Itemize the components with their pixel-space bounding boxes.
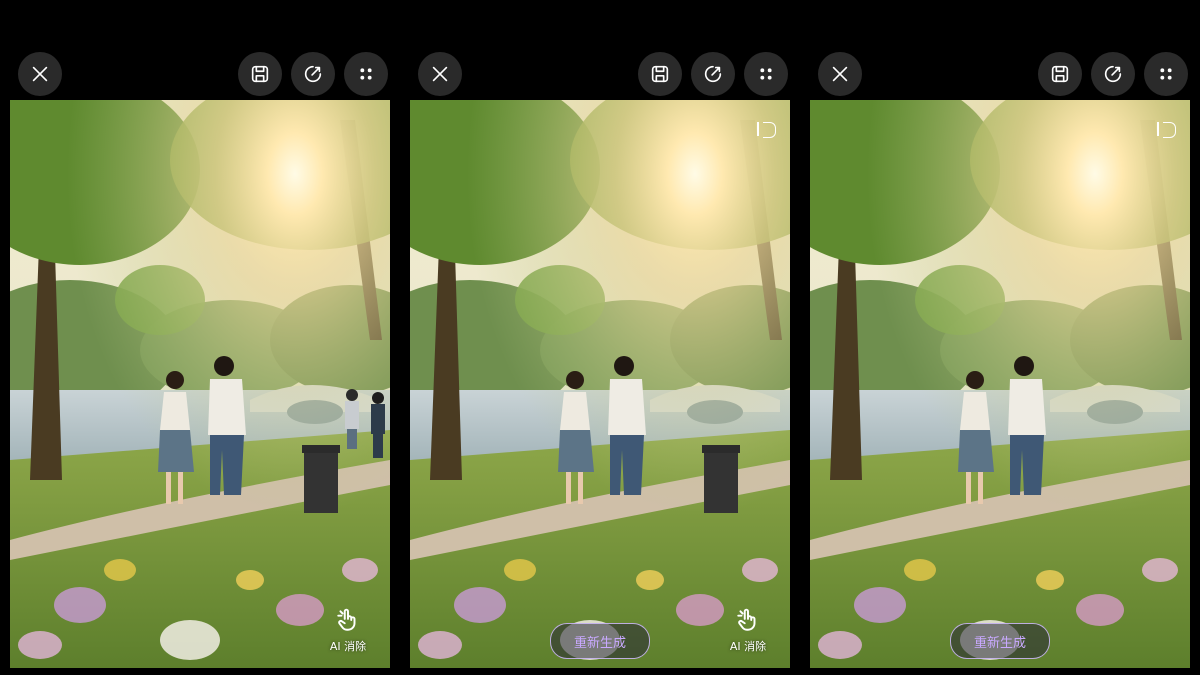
editor-panel-2: 重新生成 AI 消除 bbox=[410, 0, 790, 675]
edit-icon bbox=[704, 65, 722, 83]
top-toolbar bbox=[10, 0, 390, 100]
editor-panel-1: AI 消除 bbox=[10, 0, 390, 675]
close-button[interactable] bbox=[418, 52, 462, 96]
tap-hand-icon bbox=[337, 608, 356, 631]
photo-canvas[interactable]: 重新生成 AI 消除 bbox=[410, 100, 790, 668]
photo-canvas[interactable]: 重新生成 bbox=[810, 100, 1190, 668]
close-icon bbox=[432, 66, 448, 82]
more-button[interactable] bbox=[744, 52, 788, 96]
save-icon bbox=[1051, 65, 1069, 83]
close-button[interactable] bbox=[18, 52, 62, 96]
edit-button[interactable] bbox=[691, 52, 735, 96]
editor-panel-3: 重新生成 bbox=[810, 0, 1190, 675]
ai-erase-label: AI 消除 bbox=[329, 640, 367, 653]
compare-icon[interactable] bbox=[757, 122, 776, 138]
save-button[interactable] bbox=[1038, 52, 1082, 96]
more-button[interactable] bbox=[1144, 52, 1188, 96]
regenerate-button[interactable]: 重新生成 bbox=[550, 623, 650, 659]
tap-hand-icon bbox=[737, 608, 756, 631]
save-button[interactable] bbox=[638, 52, 682, 96]
more-icon bbox=[1160, 68, 1172, 80]
ai-erase-button[interactable]: AI 消除 bbox=[318, 607, 378, 654]
save-icon bbox=[651, 65, 669, 83]
ai-erase-button[interactable]: AI 消除 bbox=[718, 607, 778, 654]
photo-canvas[interactable]: AI 消除 bbox=[10, 100, 390, 668]
park-photo bbox=[410, 100, 790, 668]
more-button[interactable] bbox=[344, 52, 388, 96]
top-toolbar bbox=[810, 0, 1190, 100]
compare-icon[interactable] bbox=[1157, 122, 1176, 138]
park-photo bbox=[810, 100, 1190, 668]
close-icon bbox=[832, 66, 848, 82]
regenerate-button[interactable]: 重新生成 bbox=[950, 623, 1050, 659]
more-icon bbox=[360, 68, 372, 80]
edit-icon bbox=[1104, 65, 1122, 83]
more-icon bbox=[760, 68, 772, 80]
save-button[interactable] bbox=[238, 52, 282, 96]
ai-erase-label: AI 消除 bbox=[729, 640, 767, 653]
top-toolbar bbox=[410, 0, 790, 100]
close-button[interactable] bbox=[818, 52, 862, 96]
edit-button[interactable] bbox=[291, 52, 335, 96]
park-photo bbox=[10, 100, 390, 668]
close-icon bbox=[32, 66, 48, 82]
edit-button[interactable] bbox=[1091, 52, 1135, 96]
trash-bin bbox=[702, 445, 740, 513]
edit-icon bbox=[304, 65, 322, 83]
trash-bin bbox=[302, 445, 340, 513]
save-icon bbox=[251, 65, 269, 83]
